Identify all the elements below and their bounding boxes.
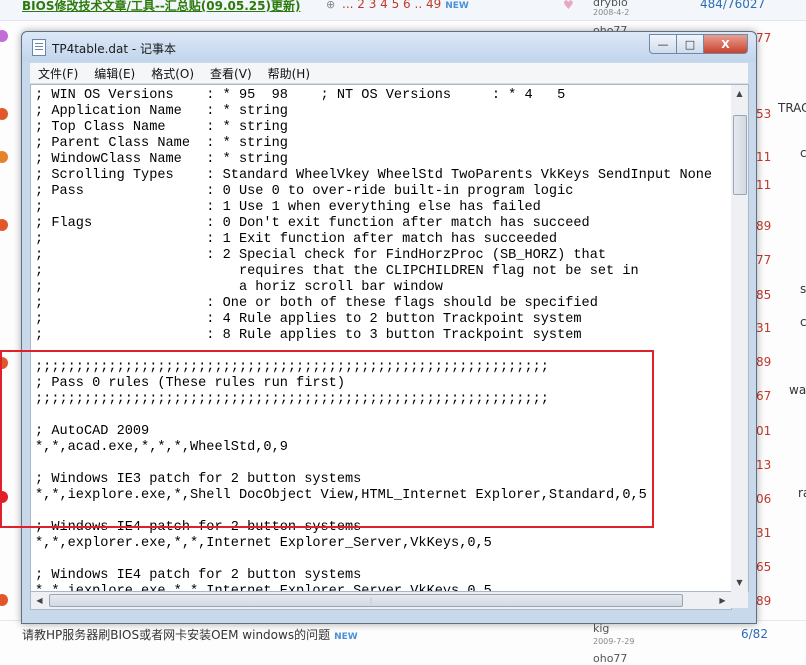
horizontal-scrollbar[interactable]: ◀ ⦙ ▶ [30, 591, 732, 610]
fire-icon [0, 594, 8, 606]
topic-title-link[interactable]: BIOS修改技术文章/工具--汇总贴(09.05.25)更新) [22, 0, 300, 14]
side-number: 65 [756, 560, 772, 574]
fire-icon [0, 108, 8, 120]
horizontal-scroll-thumb[interactable]: ⦙ [49, 594, 683, 607]
side-number: 89 [756, 594, 772, 608]
menu-help[interactable]: 帮助(H) [260, 65, 318, 82]
menu-file[interactable]: 文件(F) [30, 65, 86, 82]
notepad-window: TP4table.dat - 记事本 — □ X 文件(F) 编辑(E) 格式(… [21, 31, 757, 624]
attachment-icon: ⊕ [326, 0, 336, 11]
scroll-up-arrow-icon[interactable]: ▲ [731, 85, 748, 102]
side-number: 31 [756, 526, 772, 540]
topic-stats: 484/76027 [700, 0, 766, 11]
side-number: 01 [756, 424, 772, 438]
topic-date: 2008-4-2 [593, 8, 630, 17]
minimize-button[interactable]: — [649, 34, 677, 54]
side-text: s [800, 282, 806, 296]
bottom-topic-date: 2009-7-29 [593, 637, 635, 646]
side-number: 67 [756, 389, 772, 403]
vertical-scrollbar[interactable]: ▲ ▼ [731, 84, 749, 592]
title-bar[interactable]: TP4table.dat - 记事本 — □ X [22, 32, 756, 62]
close-button[interactable]: X [703, 34, 748, 54]
resize-grip[interactable] [731, 591, 748, 608]
side-number: 11 [756, 150, 772, 164]
new-badge: NEW [334, 632, 358, 642]
window-controls: — □ X [649, 34, 748, 54]
bottom-topic-stats: 6/82 [741, 627, 768, 641]
menu-format[interactable]: 格式(O) [143, 65, 202, 82]
forum-topic-row[interactable]: BIOS修改技术文章/工具--汇总贴(09.05.25)更新) ⊕ ... 2 … [0, 0, 806, 21]
side-number: 31 [756, 321, 772, 335]
side-number: 11 [756, 178, 772, 192]
side-text: c [800, 315, 806, 329]
side-number: 85 [756, 288, 772, 302]
side-number: 53 [756, 107, 772, 121]
side-text: TRAC [778, 101, 806, 115]
menu-bar: 文件(F) 编辑(E) 格式(O) 查看(V) 帮助(H) [30, 63, 748, 84]
music-icon [0, 30, 8, 42]
menu-view[interactable]: 查看(V) [202, 65, 260, 82]
bottom-topic-title[interactable]: 请教HP服务器刷BIOS或者网卡安装OEM windows的问题 NEW [22, 626, 358, 643]
bottom-topic-title-text[interactable]: 请教HP服务器刷BIOS或者网卡安装OEM windows的问题 [22, 628, 330, 642]
pager-pages[interactable]: ... 2 3 4 5 6 .. 49 [342, 0, 441, 11]
side-number: 77 [756, 253, 772, 267]
window-title: TP4table.dat - 记事本 [52, 42, 177, 56]
menu-edit[interactable]: 编辑(E) [86, 65, 143, 82]
side-text: ra [798, 486, 806, 500]
notepad-icon[interactable] [32, 39, 46, 56]
side-text: wa [789, 383, 806, 397]
heart-icon: ♥ [563, 0, 574, 12]
side-number: 89 [756, 219, 772, 233]
fire-icon [0, 219, 8, 231]
side-text: c [800, 146, 806, 160]
side-number: 89 [756, 355, 772, 369]
maximize-button[interactable]: □ [676, 34, 704, 54]
alert-icon [0, 151, 8, 163]
bottom-topic-author-2[interactable]: oho77 [593, 652, 627, 665]
scroll-left-arrow-icon[interactable]: ◀ [31, 592, 48, 609]
side-number: 13 [756, 458, 772, 472]
red-highlight-box [0, 350, 654, 528]
vertical-scroll-thumb[interactable] [733, 115, 747, 195]
scroll-right-arrow-icon[interactable]: ▶ [714, 592, 731, 609]
side-number: 77 [756, 31, 772, 45]
new-badge: NEW [445, 1, 469, 11]
topic-pager[interactable]: ... 2 3 4 5 6 .. 49 NEW [342, 0, 469, 11]
grip-icon: ⦙ [370, 596, 372, 605]
side-number: 06 [756, 492, 772, 506]
scroll-down-arrow-icon[interactable]: ▼ [731, 574, 748, 591]
